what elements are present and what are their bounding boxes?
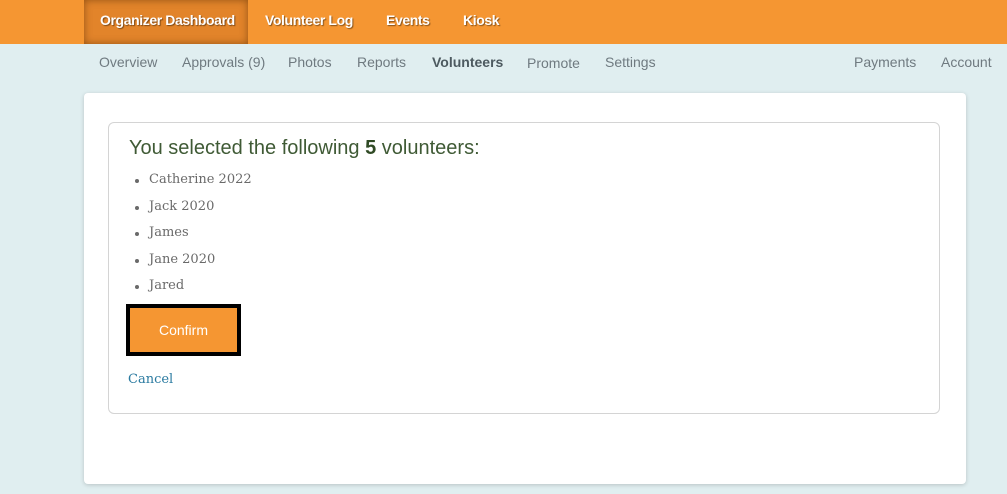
heading-suffix: volunteers: (381, 137, 480, 159)
top-nav-organizer-dashboard[interactable]: Organizer Dashboard (84, 0, 248, 44)
top-nav-kiosk[interactable]: Kiosk (463, 0, 500, 44)
tab-overview[interactable]: Overview (99, 54, 157, 70)
selected-count: 5 (365, 137, 377, 159)
cancel-link[interactable]: Cancel (128, 372, 173, 387)
list-item: Jane 2020 (131, 252, 252, 279)
selection-heading: You selected the following 5 volunteers: (129, 137, 480, 160)
tab-payments[interactable]: Payments (854, 54, 916, 70)
heading-prefix: You selected the following (129, 137, 360, 159)
tab-settings[interactable]: Settings (605, 54, 656, 70)
tab-photos[interactable]: Photos (288, 54, 332, 70)
tab-approvals[interactable]: Approvals (9) (182, 54, 265, 70)
tab-promote[interactable]: Promote (527, 55, 580, 71)
list-item: James (131, 225, 252, 252)
tab-account[interactable]: Account (941, 54, 992, 70)
top-nav-volunteer-log[interactable]: Volunteer Log (265, 0, 353, 44)
list-item: Catherine 2022 (131, 172, 252, 199)
tab-reports[interactable]: Reports (357, 54, 406, 70)
selection-card: You selected the following 5 volunteers:… (108, 122, 940, 414)
tab-volunteers[interactable]: Volunteers (432, 54, 503, 70)
top-nav: Organizer Dashboard Volunteer Log Events… (0, 0, 1007, 44)
volunteer-list: Catherine 2022 Jack 2020 James Jane 2020… (131, 172, 252, 305)
top-nav-events[interactable]: Events (386, 0, 430, 44)
main-panel: You selected the following 5 volunteers:… (84, 93, 966, 484)
list-item: Jared (131, 278, 252, 305)
list-item: Jack 2020 (131, 199, 252, 226)
confirm-button[interactable]: Confirm (126, 304, 241, 356)
